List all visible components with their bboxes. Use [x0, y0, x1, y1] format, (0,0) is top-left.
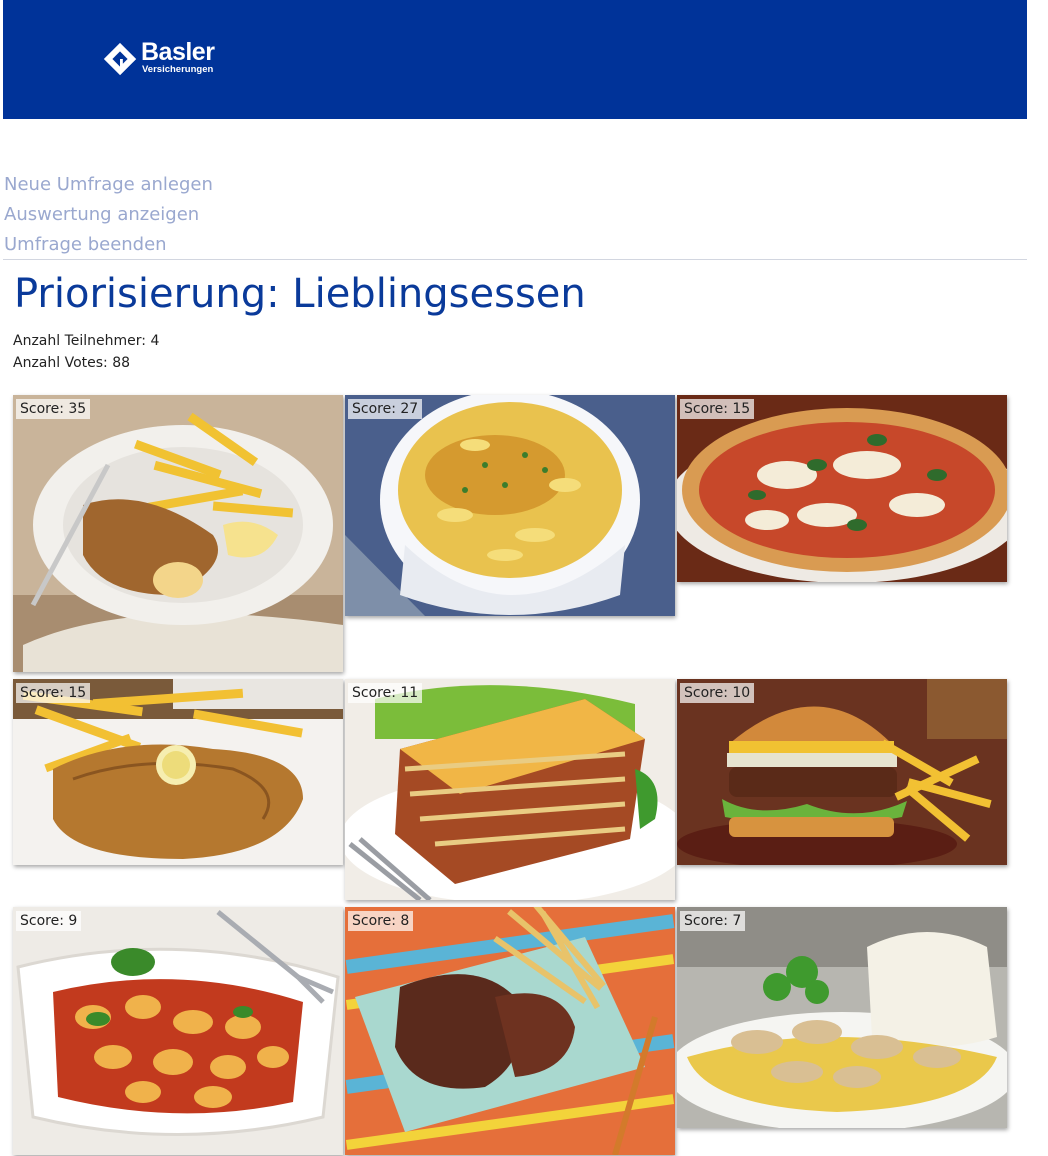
score-badge: Score: 10	[680, 683, 755, 703]
food-card-geschnetzeltes[interactable]: Score: 7	[677, 907, 1007, 1128]
gnocchi-image	[13, 907, 343, 1155]
new-survey-link[interactable]: Neue Umfrage anlegen	[4, 170, 213, 200]
score-badge: Score: 9	[16, 911, 82, 931]
steak-image	[345, 907, 675, 1155]
food-card-gnocchi[interactable]: Score: 9	[13, 907, 343, 1155]
burger-image	[677, 679, 1007, 865]
score-badge: Score: 15	[680, 399, 755, 419]
geschnetzeltes-image	[677, 907, 1007, 1128]
lasagne-image	[345, 679, 675, 900]
header-bar: Basler Versicherungen	[3, 0, 1027, 119]
score-badge: Score: 15	[16, 683, 91, 703]
score-badge: Score: 7	[680, 911, 746, 931]
schnitzel-image	[13, 679, 343, 865]
score-badge: Score: 8	[348, 911, 414, 931]
food-card-burger[interactable]: Score: 10	[677, 679, 1007, 865]
food-card-cordon-bleu[interactable]: Score: 35	[13, 395, 343, 672]
food-card-pizza[interactable]: Score: 15	[677, 395, 1007, 582]
action-nav: Neue Umfrage anlegen Auswertung anzeigen…	[4, 170, 213, 260]
cordon-bleu-image	[13, 395, 343, 672]
end-survey-link[interactable]: Umfrage beenden	[4, 230, 213, 260]
pizza-image	[677, 395, 1007, 582]
score-badge: Score: 27	[348, 399, 423, 419]
participant-count: Anzahl Teilnehmer: 4	[13, 333, 160, 349]
macaroni-image	[345, 395, 675, 616]
logo-subtitle: Versicherungen	[142, 64, 214, 75]
food-card-macaroni[interactable]: Score: 27	[345, 395, 675, 616]
vote-count: Anzahl Votes: 88	[13, 355, 131, 371]
score-badge: Score: 11	[348, 683, 423, 703]
basler-logo[interactable]: Basler Versicherungen	[101, 38, 215, 80]
food-card-schnitzel[interactable]: Score: 15	[13, 679, 343, 865]
logo-wordmark: Basler	[141, 38, 215, 66]
page-title: Priorisierung: Lieblingsessen	[14, 271, 586, 317]
food-card-lasagne[interactable]: Score: 11	[345, 679, 675, 900]
divider	[3, 259, 1027, 260]
score-badge: Score: 35	[16, 399, 91, 419]
show-results-link[interactable]: Auswertung anzeigen	[4, 200, 213, 230]
survey-stats: Anzahl Teilnehmer: 4 Anzahl Votes: 88	[13, 330, 159, 374]
food-card-steak[interactable]: Score: 8	[345, 907, 675, 1155]
basler-logo-icon	[103, 42, 137, 76]
